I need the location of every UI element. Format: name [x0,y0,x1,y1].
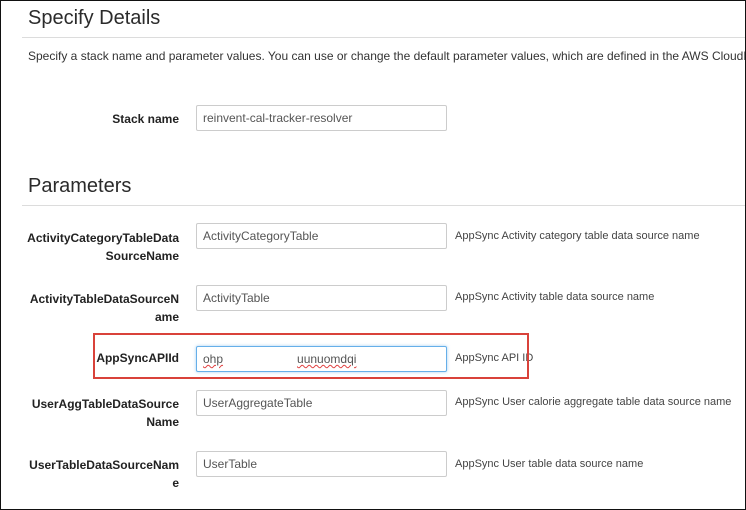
activity-category-table-hint: AppSync Activity category table data sou… [455,230,700,242]
parameters-divider [22,205,745,206]
label-line: ActivityTableDataSourceN [29,292,179,306]
label-line: ame [154,310,179,324]
label-line: e [172,476,179,490]
user-table-hint: AppSync User table data source name [455,458,644,470]
label-line: UserAggTableDataSource [31,397,179,411]
user-agg-table-label: UserAggTableDataSource Name [19,395,179,431]
activity-category-table-label: ActivityCategoryTableData SourceName [19,229,179,265]
activity-table-input[interactable]: ActivityTable [196,285,447,311]
label-line: UserTableDataSourceNam [29,458,179,472]
user-table-label: UserTableDataSourceNam e [19,456,179,492]
appsync-api-id-input[interactable]: ohp uunuomdqi [196,346,447,372]
label-line: SourceName [105,249,179,263]
parameters-heading: Parameters [28,175,132,197]
user-agg-table-hint: AppSync User calorie aggregate table dat… [455,396,732,408]
appsync-api-id-hint: AppSync API ID [455,352,534,364]
stack-name-label: Stack name [112,112,179,126]
api-id-value-start: ohp [203,352,224,366]
api-id-value-end: uunuomdqi [297,352,357,366]
stack-name-input[interactable]: reinvent-cal-tracker-resolver [196,105,447,131]
user-table-input[interactable]: UserTable [196,451,447,477]
details-description: Specify a stack name and parameter value… [28,49,746,63]
cloudformation-specify-details-page: Specify Details Specify a stack name and… [0,0,746,510]
activity-table-hint: AppSync Activity table data source name [455,291,655,303]
user-agg-table-input[interactable]: UserAggregateTable [196,390,447,416]
label-line: ActivityCategoryTableData [27,231,179,245]
activity-table-label: ActivityTableDataSourceN ame [19,290,179,326]
activity-category-table-input[interactable]: ActivityCategoryTable [196,223,447,249]
heading-divider [22,37,745,38]
label-line: Name [146,415,179,429]
specify-details-heading: Specify Details [28,7,161,29]
appsync-api-id-label: AppSyncAPIId [96,351,179,365]
